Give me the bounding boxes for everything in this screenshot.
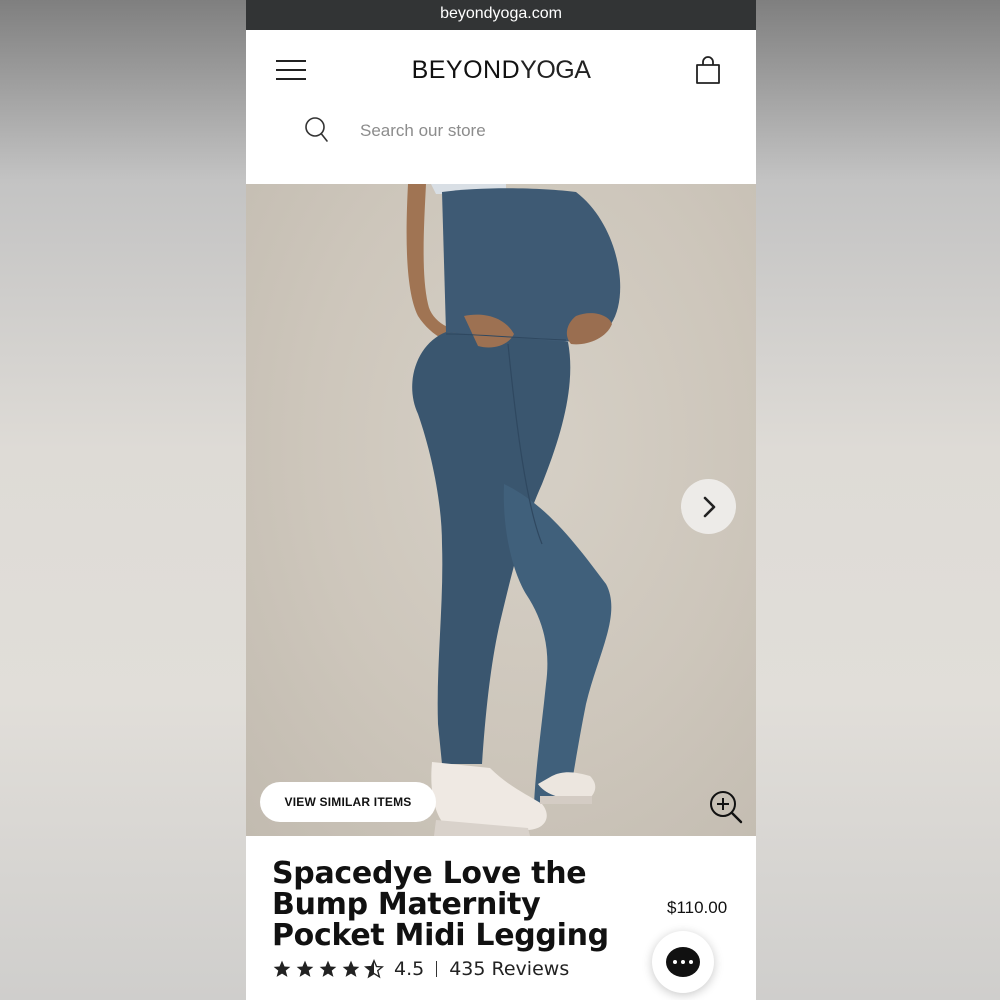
next-image-button[interactable] xyxy=(681,479,736,534)
reviews-link[interactable]: 435 Reviews xyxy=(449,958,569,980)
star-half-icon xyxy=(364,959,384,979)
rating-summary: 4.5 435 Reviews xyxy=(272,958,569,980)
url-bar[interactable]: beyondyoga.com xyxy=(246,0,756,30)
star-icon xyxy=(319,960,337,977)
background-left xyxy=(0,0,246,1000)
rating-stars xyxy=(272,959,384,979)
bag-icon[interactable] xyxy=(695,55,721,85)
product-image-gallery[interactable]: VIEW SIMILAR ITEMS xyxy=(246,184,756,836)
chat-button[interactable] xyxy=(652,931,714,993)
search-input[interactable] xyxy=(358,116,722,146)
star-icon xyxy=(273,960,291,977)
brand-logo[interactable]: BEYONDYOGA xyxy=(246,56,756,85)
chevron-right-icon xyxy=(703,496,715,517)
site-header: BEYONDYOGA xyxy=(246,30,756,112)
zoom-in-icon[interactable] xyxy=(708,789,744,825)
product-price: $110.00 xyxy=(667,898,728,917)
product-title: Spacedye Love the Bump Maternity Pocket … xyxy=(272,856,609,953)
rating-divider xyxy=(436,961,438,977)
star-icon xyxy=(296,960,314,977)
logo-part-yoga: YOGA xyxy=(520,56,591,84)
star-icon xyxy=(342,960,360,977)
product-photo xyxy=(406,184,621,836)
background-right xyxy=(756,0,1000,1000)
chat-icon xyxy=(666,947,700,977)
rating-value: 4.5 xyxy=(394,958,425,980)
search-bar xyxy=(246,112,756,184)
logo-part-beyond: BEYOND xyxy=(411,56,521,84)
view-similar-items-button[interactable]: VIEW SIMILAR ITEMS xyxy=(260,782,436,822)
search-icon[interactable] xyxy=(304,116,330,144)
phone-screen: beyondyoga.com BEYONDYOGA Search our sto… xyxy=(246,0,756,1000)
